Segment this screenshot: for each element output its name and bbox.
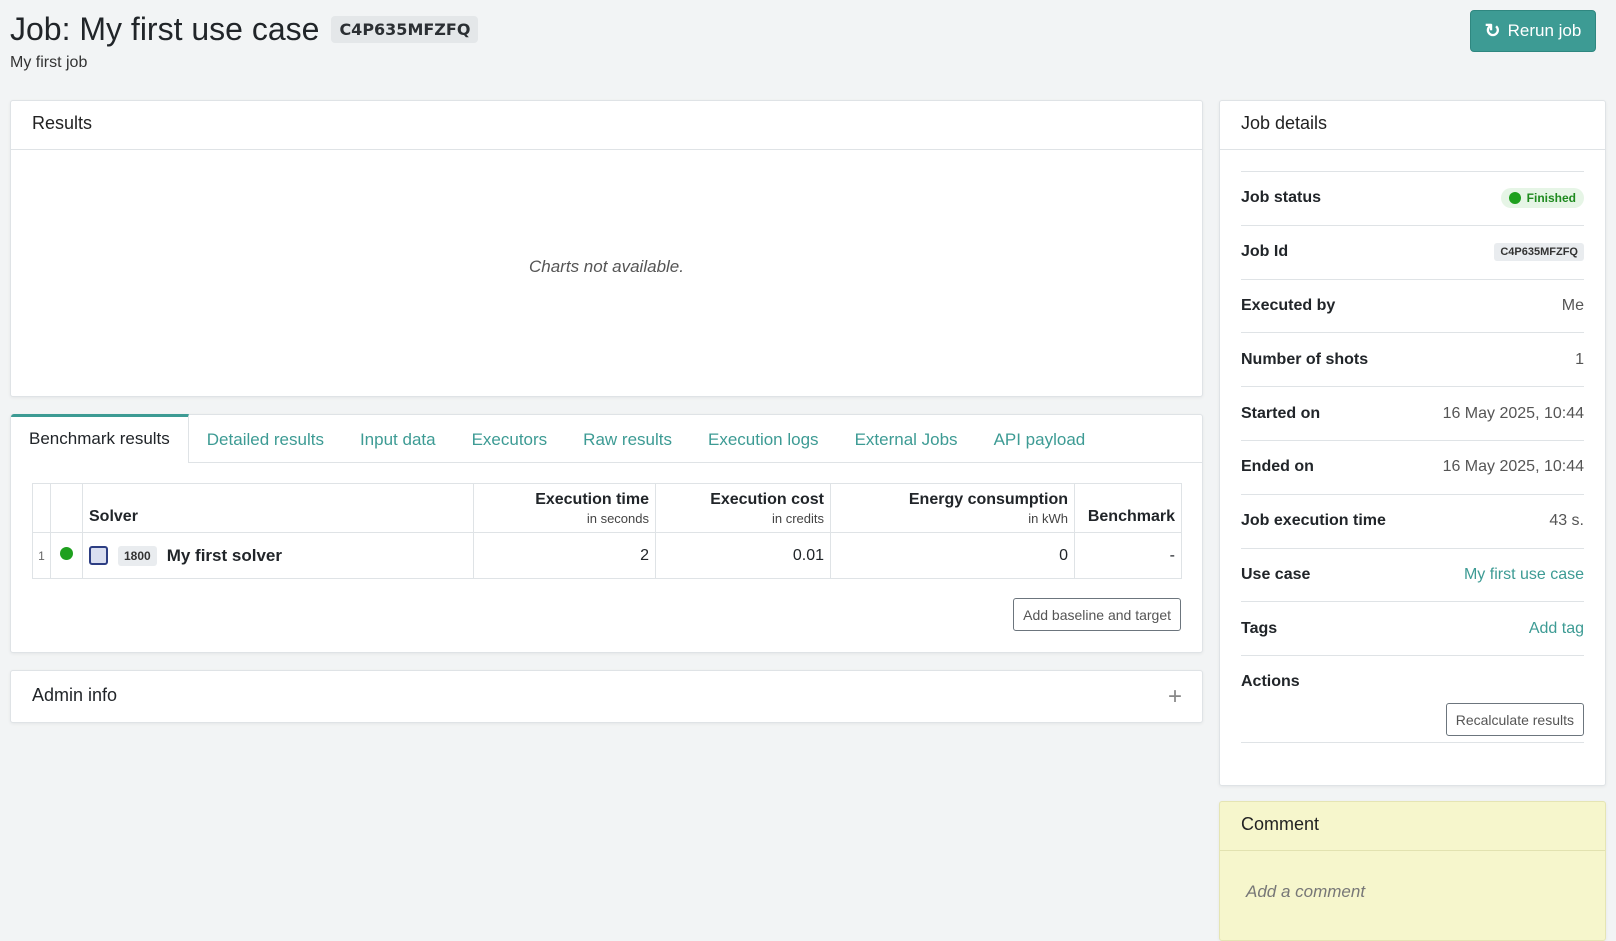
admin-info-card[interactable]: Admin info + xyxy=(10,670,1203,723)
results-card: Results Charts not available. xyxy=(10,100,1203,397)
row-index: 1 xyxy=(32,532,51,579)
tab-execution-logs[interactable]: Execution logs xyxy=(690,415,837,462)
job-status-label: Job status xyxy=(1241,189,1322,207)
tab-api-payload[interactable]: API payload xyxy=(976,415,1104,462)
tab-input-data[interactable]: Input data xyxy=(342,415,454,462)
rerun-job-button[interactable]: ↻ Rerun job xyxy=(1470,10,1596,52)
page-title: Job: My first use case xyxy=(10,11,320,47)
exec-time-cell: 2 xyxy=(473,532,656,579)
detail-row-ended: Ended on 16 May 2025, 10:44 xyxy=(1241,439,1584,494)
tags-label: Tags xyxy=(1241,619,1278,637)
recalculate-results-button[interactable]: Recalculate results xyxy=(1445,703,1584,737)
benchmark-cell: - xyxy=(1074,532,1182,579)
job-id-value: C4P635MFZFQ xyxy=(1494,243,1584,262)
tab-external-jobs[interactable]: External Jobs xyxy=(837,415,976,462)
started-value: 16 May 2025, 10:44 xyxy=(1442,404,1584,422)
exec-time-column-label: Execution time xyxy=(535,491,649,508)
detail-row-started: Started on 16 May 2025, 10:44 xyxy=(1241,386,1584,440)
job-code-badge: C4P635MFZFQ xyxy=(331,15,479,43)
exec-time-label: Job execution time xyxy=(1241,512,1386,530)
shots-label: Number of shots xyxy=(1241,350,1369,368)
status-dot-icon xyxy=(60,546,73,560)
executed-by-label: Executed by xyxy=(1241,296,1336,314)
detail-row-status: Job status Finished xyxy=(1241,171,1584,225)
solver-name: My first solver xyxy=(166,545,282,565)
comment-card: Comment Add a comment xyxy=(1219,801,1606,941)
detail-row-job-id: Job Id C4P635MFZFQ xyxy=(1241,224,1584,279)
benchmark-table: Solver Execution time in seconds Executi… xyxy=(32,483,1182,579)
exec-cost-column-label: Execution cost xyxy=(710,491,824,508)
charts-empty-message: Charts not available. xyxy=(529,257,684,276)
job-details-title: Job details xyxy=(1220,101,1605,150)
status-column-header xyxy=(50,483,83,533)
energy-unit: in kWh xyxy=(1028,511,1068,526)
detail-row-actions: Actions Recalculate results xyxy=(1241,655,1584,744)
energy-column-header: Energy consumption in kWh xyxy=(830,483,1075,533)
detail-row-tags: Tags Add tag xyxy=(1241,601,1584,655)
plus-icon[interactable]: + xyxy=(1168,683,1182,711)
exec-time-unit: in seconds xyxy=(586,511,649,526)
exec-cost-column-header: Execution cost in credits xyxy=(655,483,831,533)
row-status-cell xyxy=(50,532,83,579)
job-details-card: Job details Job status Finished Job Id C… xyxy=(1219,100,1606,786)
actions-label: Actions xyxy=(1241,673,1300,691)
ended-value: 16 May 2025, 10:44 xyxy=(1442,458,1584,476)
exec-time-value: 43 s. xyxy=(1549,512,1584,530)
solver-cell: 1800 My first solver xyxy=(82,532,474,579)
add-baseline-button[interactable]: Add baseline and target xyxy=(1013,598,1181,631)
status-value: Finished xyxy=(1526,191,1576,206)
ended-label: Ended on xyxy=(1241,458,1314,476)
comment-input[interactable]: Add a comment xyxy=(1246,882,1365,902)
status-badge: Finished xyxy=(1500,188,1584,209)
tab-detailed-results[interactable]: Detailed results xyxy=(189,415,342,462)
exec-time-column-header: Execution time in seconds xyxy=(473,483,656,533)
index-column-header xyxy=(32,483,51,533)
admin-info-title: Admin info xyxy=(32,685,118,705)
detail-row-executed-by: Executed by Me xyxy=(1241,278,1584,333)
solver-color-checkbox[interactable] xyxy=(89,546,108,565)
shots-value: 1 xyxy=(1575,350,1584,368)
solver-column-header: Solver xyxy=(82,483,474,533)
solver-column-label: Solver xyxy=(89,508,138,525)
results-title: Results xyxy=(11,101,1202,150)
solver-id-badge: 1800 xyxy=(118,545,157,566)
job-details-list: Job status Finished Job Id C4P635MFZFQ E… xyxy=(1241,171,1584,744)
status-dot-icon xyxy=(1508,192,1521,205)
started-label: Started on xyxy=(1241,404,1321,422)
benchmark-column-header: Benchmark xyxy=(1074,483,1182,533)
energy-column-label: Energy consumption xyxy=(908,491,1068,508)
tab-executors[interactable]: Executors xyxy=(454,415,566,462)
exec-cost-unit: in credits xyxy=(771,511,824,526)
exec-cost-cell: 0.01 xyxy=(655,532,831,579)
tab-raw-results[interactable]: Raw results xyxy=(565,415,690,462)
job-id-label: Job Id xyxy=(1241,243,1289,261)
refresh-icon: ↻ xyxy=(1484,20,1501,42)
tab-benchmark-results[interactable]: Benchmark results xyxy=(11,414,189,463)
page-header: Job: My first use case C4P635MFZFQ My fi… xyxy=(10,8,1606,78)
results-tabs-card: Benchmark results Detailed results Input… xyxy=(10,414,1203,653)
detail-row-exec-time: Job execution time 43 s. xyxy=(1241,493,1584,548)
executed-by-value: Me xyxy=(1561,296,1584,314)
table-header-row: Solver Execution time in seconds Executi… xyxy=(32,483,1182,533)
rerun-job-label: Rerun job xyxy=(1507,21,1582,40)
tab-bar: Benchmark results Detailed results Input… xyxy=(11,414,1202,463)
table-row[interactable]: 1 1800 My first solver 2 0.01 0 - xyxy=(32,532,1182,579)
detail-row-shots: Number of shots 1 xyxy=(1241,332,1584,386)
comment-title: Comment xyxy=(1220,802,1605,851)
use-case-label: Use case xyxy=(1241,565,1311,583)
use-case-link[interactable]: My first use case xyxy=(1464,566,1584,584)
detail-row-use-case: Use case My first use case xyxy=(1241,547,1584,602)
energy-cell: 0 xyxy=(830,532,1075,579)
benchmark-column-label: Benchmark xyxy=(1087,508,1175,525)
add-tag-link[interactable]: Add tag xyxy=(1529,620,1584,638)
page-subtitle: My first job xyxy=(10,54,88,71)
